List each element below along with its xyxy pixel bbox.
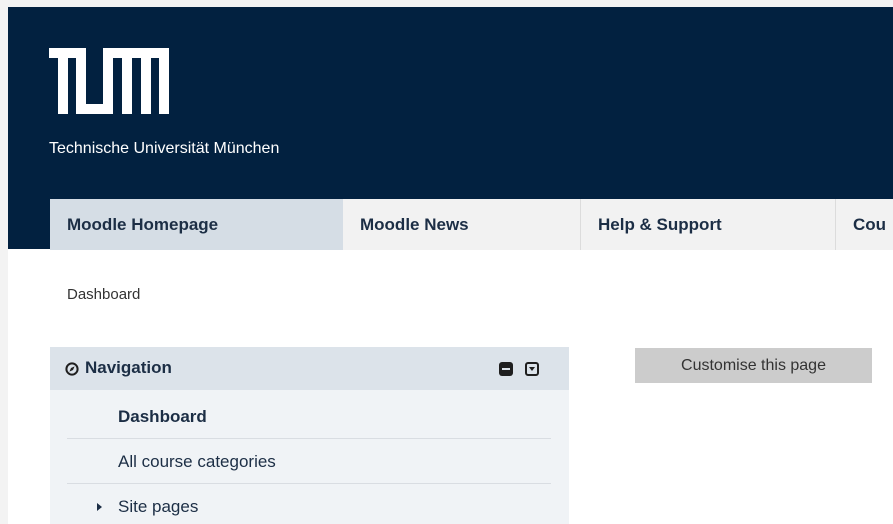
compass-icon	[65, 362, 79, 376]
nav-moodle-homepage[interactable]: Moodle Homepage	[50, 199, 343, 250]
navigation-block: Navigation Dashboard All course categori…	[50, 347, 569, 524]
university-name: Technische Universität München	[49, 140, 280, 157]
nav-moodle-news[interactable]: Moodle News	[343, 199, 580, 250]
tum-logo[interactable]	[49, 48, 169, 114]
navigation-block-header: Navigation	[50, 347, 569, 390]
nav-item-label: All course categories	[118, 452, 276, 471]
nav-help-support[interactable]: Help & Support	[580, 199, 835, 250]
navigation-title: Navigation	[85, 358, 172, 377]
nav-courses[interactable]: Cou	[835, 199, 893, 250]
caret-right-icon[interactable]	[97, 503, 102, 511]
nav-item-site-pages[interactable]: Site pages	[67, 485, 551, 524]
nav-item-label: Site pages	[118, 497, 199, 516]
main-nav: Moodle Homepage Moodle News Help & Suppo…	[50, 199, 893, 250]
breadcrumb-dashboard[interactable]: Dashboard	[67, 286, 140, 303]
nav-item-label: Dashboard	[118, 407, 207, 426]
nav-item-dashboard[interactable]: Dashboard	[67, 395, 551, 439]
nav-item-all-course-categories[interactable]: All course categories	[67, 440, 551, 484]
left-margin	[0, 0, 8, 524]
site-header: Technische Universität München Moodle Ho…	[8, 7, 893, 250]
page: Technische Universität München Moodle Ho…	[0, 0, 893, 524]
customise-page-button[interactable]: Customise this page	[635, 348, 872, 383]
top-margin	[0, 0, 893, 7]
dock-block-icon[interactable]	[499, 362, 513, 376]
block-actions-icon[interactable]	[525, 362, 539, 376]
